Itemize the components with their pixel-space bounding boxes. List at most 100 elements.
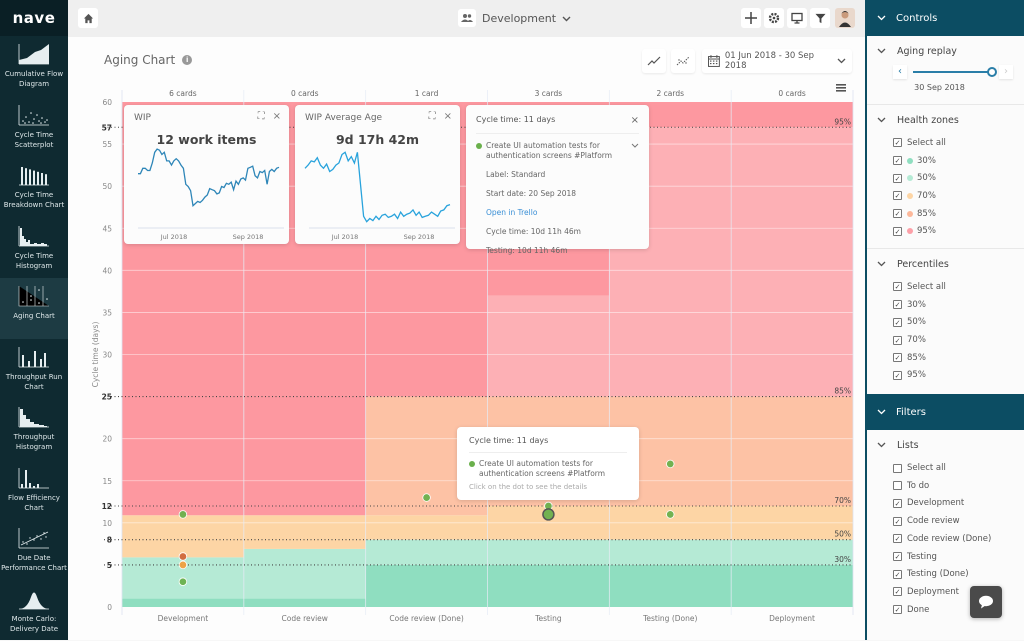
checkbox-testing-done-[interactable]: ✓Testing (Done) — [867, 565, 1024, 583]
checkbox-95-[interactable]: ✓95% — [867, 222, 1024, 240]
monte-carlo-icon — [17, 587, 51, 611]
health-zones-toggle[interactable]: Health zones — [867, 115, 1024, 126]
checkbox-box[interactable]: ✓ — [893, 191, 902, 200]
board-selector[interactable]: Development — [458, 9, 571, 27]
detail-stage-time: Testing: 10d 11h 46m — [486, 246, 639, 256]
filters-header[interactable]: Filters — [867, 394, 1024, 430]
replay-next-button[interactable]: › — [999, 65, 1013, 79]
logo[interactable]: nave — [0, 0, 68, 36]
checkbox-box[interactable]: ✓ — [893, 318, 902, 327]
sidebar-item-flow-efficiency-chart[interactable]: Flow Efficiency Chart — [0, 460, 68, 521]
data-point[interactable] — [179, 561, 187, 569]
checkbox-box[interactable]: ✓ — [893, 552, 902, 561]
checkbox-select-all[interactable]: Select all — [867, 459, 1024, 477]
settings-button[interactable] — [764, 8, 784, 28]
selected-data-point[interactable] — [543, 509, 554, 520]
checkbox-box[interactable]: ✓ — [893, 534, 902, 543]
checkbox-box[interactable]: ✓ — [893, 570, 902, 579]
checkbox-50-[interactable]: ✓50% — [867, 169, 1024, 187]
data-point[interactable] — [179, 511, 187, 519]
checkbox-30-[interactable]: ✓30% — [867, 296, 1024, 314]
checkbox-box[interactable]: ✓ — [893, 300, 902, 309]
checkbox-select-all[interactable]: ✓Select all — [867, 134, 1024, 152]
slider-handle[interactable] — [987, 67, 997, 77]
checkbox-85-[interactable]: ✓85% — [867, 349, 1024, 367]
hover-tooltip-title: Cycle time: 11 days — [469, 436, 627, 453]
lists-title: Lists — [897, 440, 919, 451]
checkbox-box[interactable]: ✓ — [893, 517, 902, 526]
aging-icon — [17, 284, 51, 308]
detail-cycle-time: Cycle time: 10d 11h 46m — [486, 227, 639, 237]
checkbox-box[interactable]: ✓ — [893, 353, 902, 362]
avatar[interactable] — [835, 8, 855, 28]
checkbox-box[interactable]: ✓ — [893, 156, 902, 165]
sidebar-item-due-date-performance-chart[interactable]: Due Date Performance Chart — [0, 520, 68, 581]
checkbox-label: 70% — [917, 191, 936, 201]
data-point[interactable] — [179, 578, 187, 586]
sidebar-item-cycle-time-scatterplot[interactable]: Cycle Time Scatterplot — [0, 97, 68, 158]
histogram-icon — [17, 224, 51, 248]
replay-slider[interactable] — [913, 71, 993, 73]
checkbox-box[interactable]: ✓ — [893, 209, 902, 218]
sidebar-item-cycle-time-breakdown-chart[interactable]: Cycle Time Breakdown Chart — [0, 157, 68, 218]
checkbox-30-[interactable]: ✓30% — [867, 152, 1024, 170]
checkbox-box[interactable]: ✓ — [893, 174, 902, 183]
aging-replay-toggle[interactable]: Aging replay — [867, 46, 1024, 57]
checkbox-box[interactable] — [893, 464, 902, 473]
replay-prev-button[interactable]: ‹ — [893, 65, 907, 79]
checkbox-70-[interactable]: ✓70% — [867, 331, 1024, 349]
checkbox-box[interactable]: ✓ — [893, 605, 902, 614]
checkbox-95-[interactable]: ✓95% — [867, 367, 1024, 385]
percentile-label: 95% — [834, 117, 851, 126]
open-in-trello-link[interactable]: Open in Trello — [486, 208, 639, 218]
sidebar-item-throughput-run-chart[interactable]: Throughput Run Chart — [0, 339, 68, 400]
x-category-label: Code review — [282, 614, 328, 623]
data-point[interactable] — [666, 460, 674, 468]
checkbox-code-review-done-[interactable]: ✓Code review (Done) — [867, 530, 1024, 548]
lists-toggle[interactable]: Lists — [867, 440, 1024, 451]
checkbox-box[interactable]: ✓ — [893, 336, 902, 345]
controls-header[interactable]: Controls — [867, 0, 1024, 36]
checkbox-box[interactable]: ✓ — [893, 587, 902, 596]
chevron-down-icon — [877, 47, 886, 56]
chat-button[interactable] — [970, 586, 1002, 618]
checkbox-testing[interactable]: ✓Testing — [867, 548, 1024, 566]
close-icon[interactable]: × — [631, 115, 639, 126]
checkbox-box[interactable]: ✓ — [893, 227, 902, 236]
percentiles-toggle[interactable]: Percentiles — [867, 259, 1024, 270]
checkbox-box[interactable] — [893, 481, 902, 490]
add-button[interactable] — [741, 8, 761, 28]
checkbox-box[interactable]: ✓ — [893, 282, 902, 291]
filter-button[interactable] — [810, 8, 830, 28]
checkbox-code-review[interactable]: ✓Code review — [867, 512, 1024, 530]
sidebar-item-aging-chart[interactable]: Aging Chart — [0, 278, 68, 339]
data-point[interactable] — [179, 553, 187, 561]
checkbox-box[interactable]: ✓ — [893, 371, 902, 380]
chart-menu-icon[interactable] — [836, 84, 846, 92]
checkbox-box[interactable]: ✓ — [893, 499, 902, 508]
controls-title: Controls — [896, 13, 937, 24]
sidebar-item-throughput-histogram[interactable]: Throughput Histogram — [0, 399, 68, 460]
display-button[interactable] — [787, 8, 807, 28]
checkbox-development[interactable]: ✓Development — [867, 495, 1024, 513]
checkbox-select-all[interactable]: ✓Select all — [867, 278, 1024, 296]
data-point[interactable] — [423, 494, 431, 502]
health-zone-30 — [244, 599, 366, 607]
home-button[interactable] — [78, 8, 98, 28]
sidebar-item-monte-carlo-delivery-date[interactable]: Monte Carlo: Delivery Date — [0, 581, 68, 641]
chevron-down-icon[interactable] — [631, 141, 639, 161]
health-zone-95 — [731, 127, 853, 396]
age-tick-jul: Jul 2018 — [331, 233, 358, 241]
checkbox-box[interactable]: ✓ — [893, 138, 902, 147]
sidebar-item-cycle-time-histogram[interactable]: Cycle Time Histogram — [0, 218, 68, 279]
wip-line — [138, 149, 279, 206]
data-point[interactable] — [666, 511, 674, 519]
y-axis-label: Cycle time (days) — [91, 322, 100, 388]
checkbox-85-[interactable]: ✓85% — [867, 205, 1024, 223]
wip-age-sparkline: Jul 2018 Sep 2018 — [295, 105, 460, 244]
checkbox-to-do[interactable]: To do — [867, 477, 1024, 495]
checkbox-70-[interactable]: ✓ 70% — [867, 187, 1024, 205]
sidebar-item-cumulative-flow-diagram[interactable]: Cumulative Flow Diagram — [0, 36, 68, 97]
left-nav: nave Cumulative Flow DiagramCycle Time S… — [0, 0, 68, 640]
checkbox-50-[interactable]: ✓50% — [867, 314, 1024, 332]
